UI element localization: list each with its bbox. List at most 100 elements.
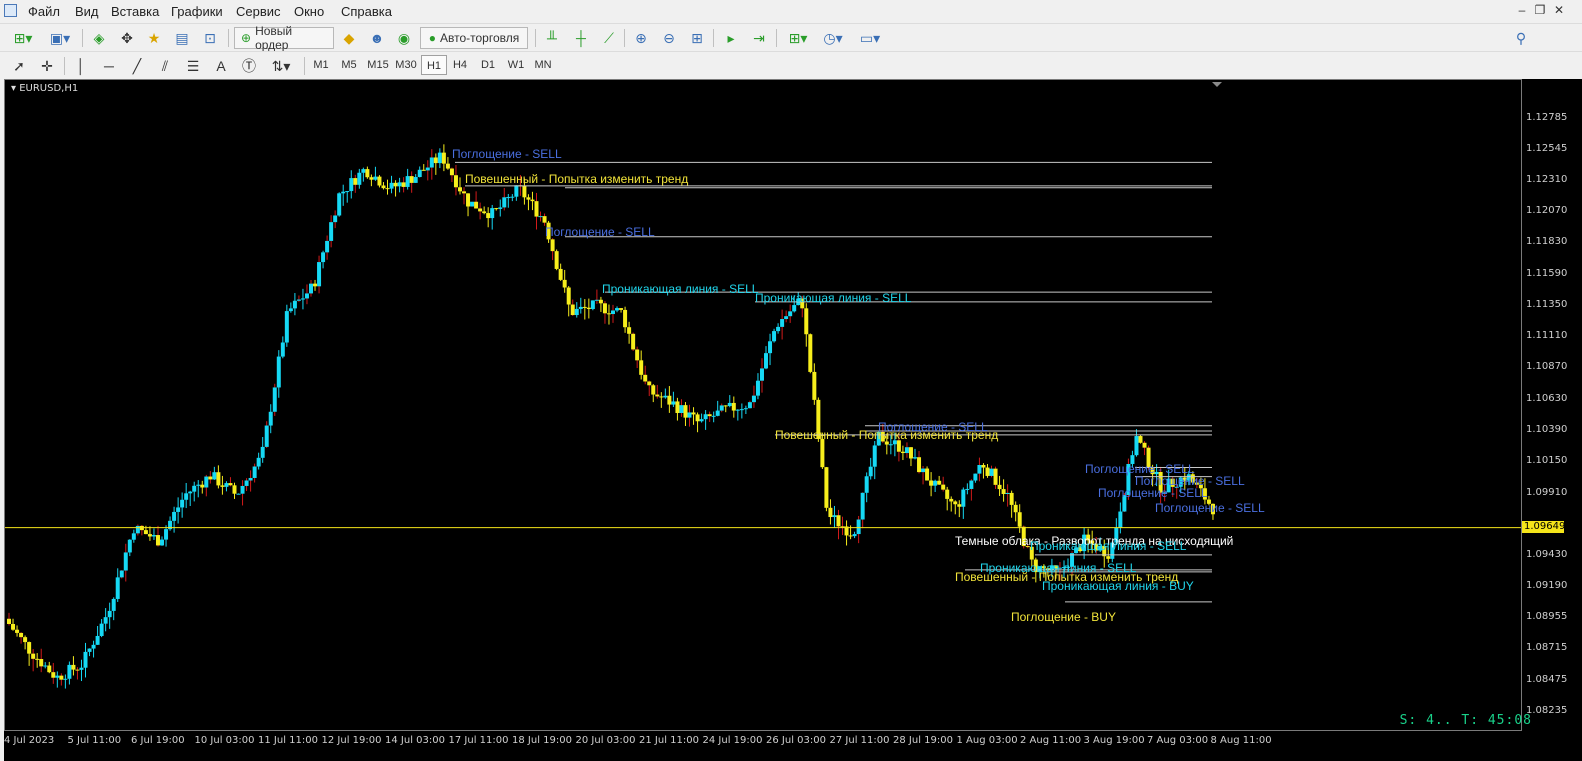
- candle-body: [631, 333, 636, 350]
- app-icon: [4, 4, 17, 17]
- data-window-button[interactable]: ✥: [116, 27, 138, 49]
- menu-help[interactable]: Справка: [341, 4, 392, 19]
- zoom-in-button[interactable]: ⊕: [630, 27, 652, 49]
- tf-mn[interactable]: MN: [530, 55, 556, 75]
- candle-body: [19, 632, 24, 638]
- candle-body: [135, 525, 140, 534]
- line-chart-button[interactable]: ⟋: [598, 27, 620, 49]
- time-tick-label: 17 Jul 11:00: [448, 735, 509, 746]
- price-tick-label: 1.12545: [1526, 142, 1568, 154]
- arrows-button[interactable]: ⇅▾: [266, 55, 296, 77]
- candle-body: [828, 507, 833, 518]
- time-tick-label: 20 Jul 03:00: [575, 735, 636, 746]
- candle-body: [337, 193, 342, 216]
- candle-body: [417, 169, 422, 178]
- candle-body: [699, 419, 704, 422]
- menu-insert[interactable]: Вставка: [111, 4, 159, 19]
- candle-body: [111, 598, 116, 611]
- pattern-annotation: Поглощение - SELL: [545, 225, 655, 239]
- candle-body: [39, 659, 44, 667]
- strategy-tester-button[interactable]: ⊡: [199, 27, 221, 49]
- fibonacci-button[interactable]: ☰: [182, 55, 204, 77]
- tf-m15[interactable]: M15: [364, 55, 392, 75]
- menu-file[interactable]: Файл: [28, 4, 60, 19]
- zoom-out-button[interactable]: ⊖: [658, 27, 680, 49]
- indicators-button[interactable]: ⊞▾: [783, 27, 813, 49]
- menu-charts[interactable]: Графики: [171, 4, 223, 19]
- trendline-button[interactable]: ╱: [126, 55, 148, 77]
- tf-d1[interactable]: D1: [475, 55, 501, 75]
- crosshair-button[interactable]: ✛: [36, 55, 58, 77]
- close-icon[interactable]: ✕: [1551, 3, 1567, 17]
- candle-body: [276, 356, 281, 388]
- equidistant-channel-button[interactable]: ⫽: [154, 55, 176, 77]
- pattern-annotation: Проникающая линия - SELL: [1030, 539, 1187, 553]
- search-button[interactable]: ⚲: [1510, 27, 1532, 49]
- candle-body: [1134, 436, 1139, 456]
- candle-body: [647, 381, 652, 386]
- chart-window[interactable]: ▾ EURUSD,H1 Поглощение - SELL Повешенный …: [4, 79, 1522, 731]
- navigator-button[interactable]: ★: [143, 27, 165, 49]
- new-order-button[interactable]: ⊕ Новый ордер: [234, 24, 334, 52]
- periods-button[interactable]: ◷▾: [818, 27, 848, 49]
- templates-button[interactable]: ▭▾: [854, 27, 886, 49]
- candle-body: [598, 299, 603, 304]
- restore-icon[interactable]: ❐: [1532, 3, 1548, 17]
- terminal-button[interactable]: ▤: [171, 27, 193, 49]
- candle-body: [87, 648, 92, 652]
- cursor-button[interactable]: ➚: [8, 55, 30, 77]
- tf-h4[interactable]: H4: [447, 55, 473, 75]
- tf-m5[interactable]: M5: [336, 55, 362, 75]
- menu-window[interactable]: Окно: [294, 4, 324, 19]
- community-button[interactable]: ☻: [366, 27, 388, 49]
- candle-body: [27, 642, 32, 654]
- price-tick-label: 1.08715: [1526, 642, 1568, 654]
- candle-body: [526, 197, 531, 200]
- chart-shift-button[interactable]: ⇥: [748, 27, 770, 49]
- candlestick-button[interactable]: ┼: [570, 27, 592, 49]
- horizontal-line-button[interactable]: ─: [98, 55, 120, 77]
- bar-chart-button[interactable]: ╨: [541, 27, 563, 49]
- profiles-button[interactable]: ▣▾: [45, 27, 75, 49]
- candle-body: [7, 618, 11, 625]
- tile-windows-button[interactable]: ⊞: [686, 27, 708, 49]
- text-label-icon: Ⓣ: [242, 58, 256, 74]
- candle-body: [1013, 504, 1018, 513]
- indicators-icon: ⊞▾: [788, 29, 808, 46]
- text-label-button[interactable]: Ⓣ: [238, 55, 260, 77]
- vertical-line-button[interactable]: │: [70, 55, 92, 77]
- auto-scroll-button[interactable]: ▸: [720, 27, 742, 49]
- countdown-timer: S: 4.. T: 45:08: [1399, 713, 1532, 728]
- minimize-icon[interactable]: –: [1514, 3, 1530, 17]
- auto-trading-button[interactable]: ● Авто-торговля: [420, 27, 528, 49]
- candle-body: [389, 182, 394, 189]
- candle-body: [147, 534, 152, 537]
- candle-body: [67, 664, 72, 679]
- tf-m1[interactable]: M1: [308, 55, 334, 75]
- candle-body: [965, 488, 970, 490]
- candle-body: [562, 279, 567, 288]
- drawing-toolbar: ➚ ✛ │ ─ ╱ ⫽ ☰ A Ⓣ ⇅▾ M1 M5 M15 M30 H1 H4…: [0, 51, 1582, 78]
- candle-body: [703, 414, 708, 420]
- signals-button[interactable]: ◉: [393, 27, 415, 49]
- clock-icon: ◷▾: [823, 29, 843, 46]
- time-tick-label: 26 Jul 03:00: [766, 735, 826, 746]
- candle-body: [788, 311, 793, 317]
- new-chart-button[interactable]: ⊞▾: [8, 27, 38, 49]
- time-tick-label: 12 Jul 19:00: [321, 735, 382, 746]
- search-icon: ⚲: [1515, 29, 1527, 46]
- tf-w1[interactable]: W1: [503, 55, 529, 75]
- candle-body: [1118, 511, 1123, 528]
- candle-body: [651, 385, 656, 395]
- tf-m30[interactable]: M30: [392, 55, 420, 75]
- text-button[interactable]: A: [210, 55, 232, 77]
- market-watch-button[interactable]: ◈: [88, 27, 110, 49]
- candle-body: [172, 511, 177, 521]
- price-tick-label: 1.10630: [1526, 392, 1568, 404]
- menu-view[interactable]: Вид: [75, 4, 99, 19]
- chart-canvas[interactable]: Поглощение - SELL Повешенный - Попытка из…: [5, 80, 1522, 731]
- metaeditor-button[interactable]: ◆: [338, 27, 360, 49]
- tf-h1[interactable]: H1: [421, 55, 447, 75]
- candle-body: [578, 306, 583, 309]
- menu-tools[interactable]: Сервис: [236, 4, 281, 19]
